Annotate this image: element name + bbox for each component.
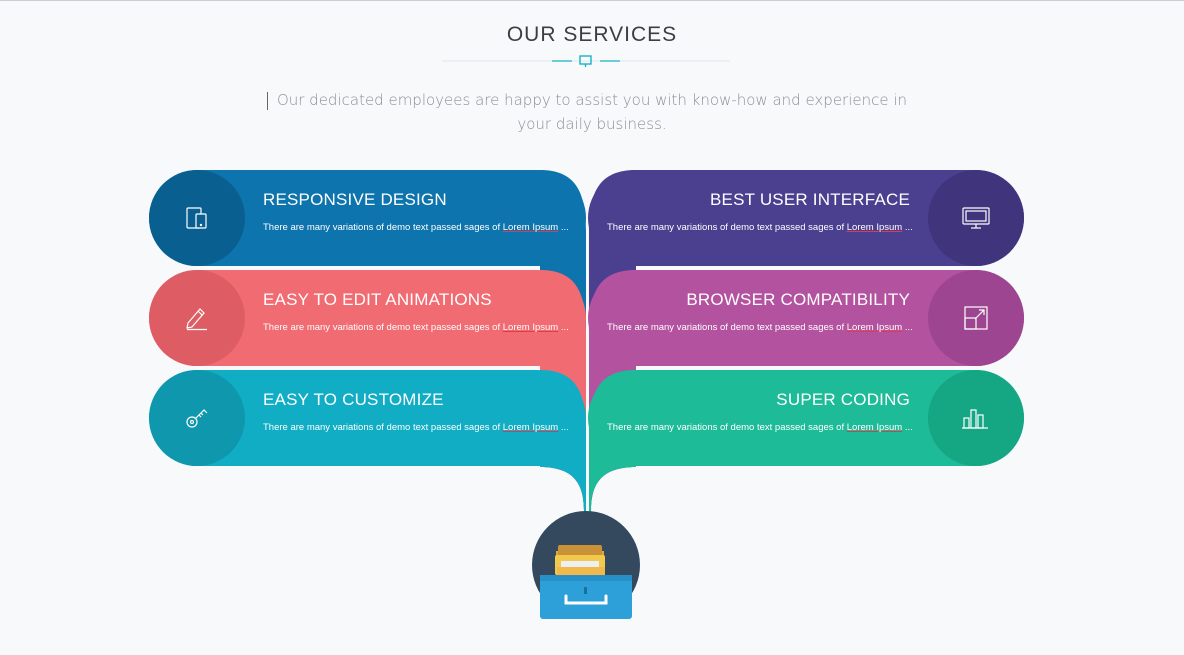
service-card-best-user-interface[interactable]: BEST USER INTERFACE There are many varia… [588, 170, 1024, 266]
service-icon-circle [149, 270, 245, 366]
service-icon-circle [928, 270, 1024, 366]
lorem-link[interactable]: Lorem Ipsum [503, 422, 558, 433]
file-drawer-icon [532, 511, 640, 619]
service-card-responsive-design[interactable]: RESPONSIVE DESIGN There are many variati… [149, 170, 586, 266]
resize-icon [964, 306, 988, 330]
pencil-icon [186, 308, 207, 331]
service-card-browser-compatibility[interactable]: BROWSER COMPATIBILITY There are many var… [588, 270, 1024, 366]
service-title: RESPONSIVE DESIGN [263, 190, 447, 209]
bar-chart-icon [962, 409, 988, 429]
service-icon-circle [928, 170, 1024, 266]
lorem-link[interactable]: Lorem Ipsum [847, 422, 902, 433]
service-title: EASY TO CUSTOMIZE [263, 390, 444, 409]
service-description: There are many variations of demo text p… [263, 222, 569, 233]
service-card-easy-to-edit-animations[interactable]: EASY TO EDIT ANIMATIONS There are many v… [149, 270, 586, 366]
devices-icon [186, 207, 207, 229]
key-icon [186, 409, 208, 428]
lorem-link[interactable]: Lorem Ipsum [847, 322, 902, 333]
service-title: BROWSER COMPATIBILITY [686, 290, 910, 309]
service-title: BEST USER INTERFACE [710, 190, 910, 209]
service-card-easy-to-customize[interactable]: EASY TO CUSTOMIZE There are many variati… [149, 370, 586, 466]
service-title: SUPER CODING [776, 390, 910, 409]
lorem-link[interactable]: Lorem Ipsum [503, 222, 558, 233]
service-description: There are many variations of demo text p… [607, 322, 913, 333]
lorem-link[interactable]: Lorem Ipsum [503, 322, 558, 333]
monitor-icon [962, 207, 990, 229]
service-description: There are many variations of demo text p… [607, 222, 913, 233]
service-description: There are many variations of demo text p… [607, 422, 913, 433]
service-icon-circle [149, 370, 245, 466]
lorem-link[interactable]: Lorem Ipsum [847, 222, 902, 233]
service-description: There are many variations of demo text p… [263, 422, 569, 433]
service-icon-circle [149, 170, 245, 266]
service-description: There are many variations of demo text p… [263, 322, 569, 333]
service-icon-circle [928, 370, 1024, 466]
service-title: EASY TO EDIT ANIMATIONS [263, 290, 492, 309]
service-card-super-coding[interactable]: SUPER CODING There are many variations o… [588, 370, 1024, 466]
